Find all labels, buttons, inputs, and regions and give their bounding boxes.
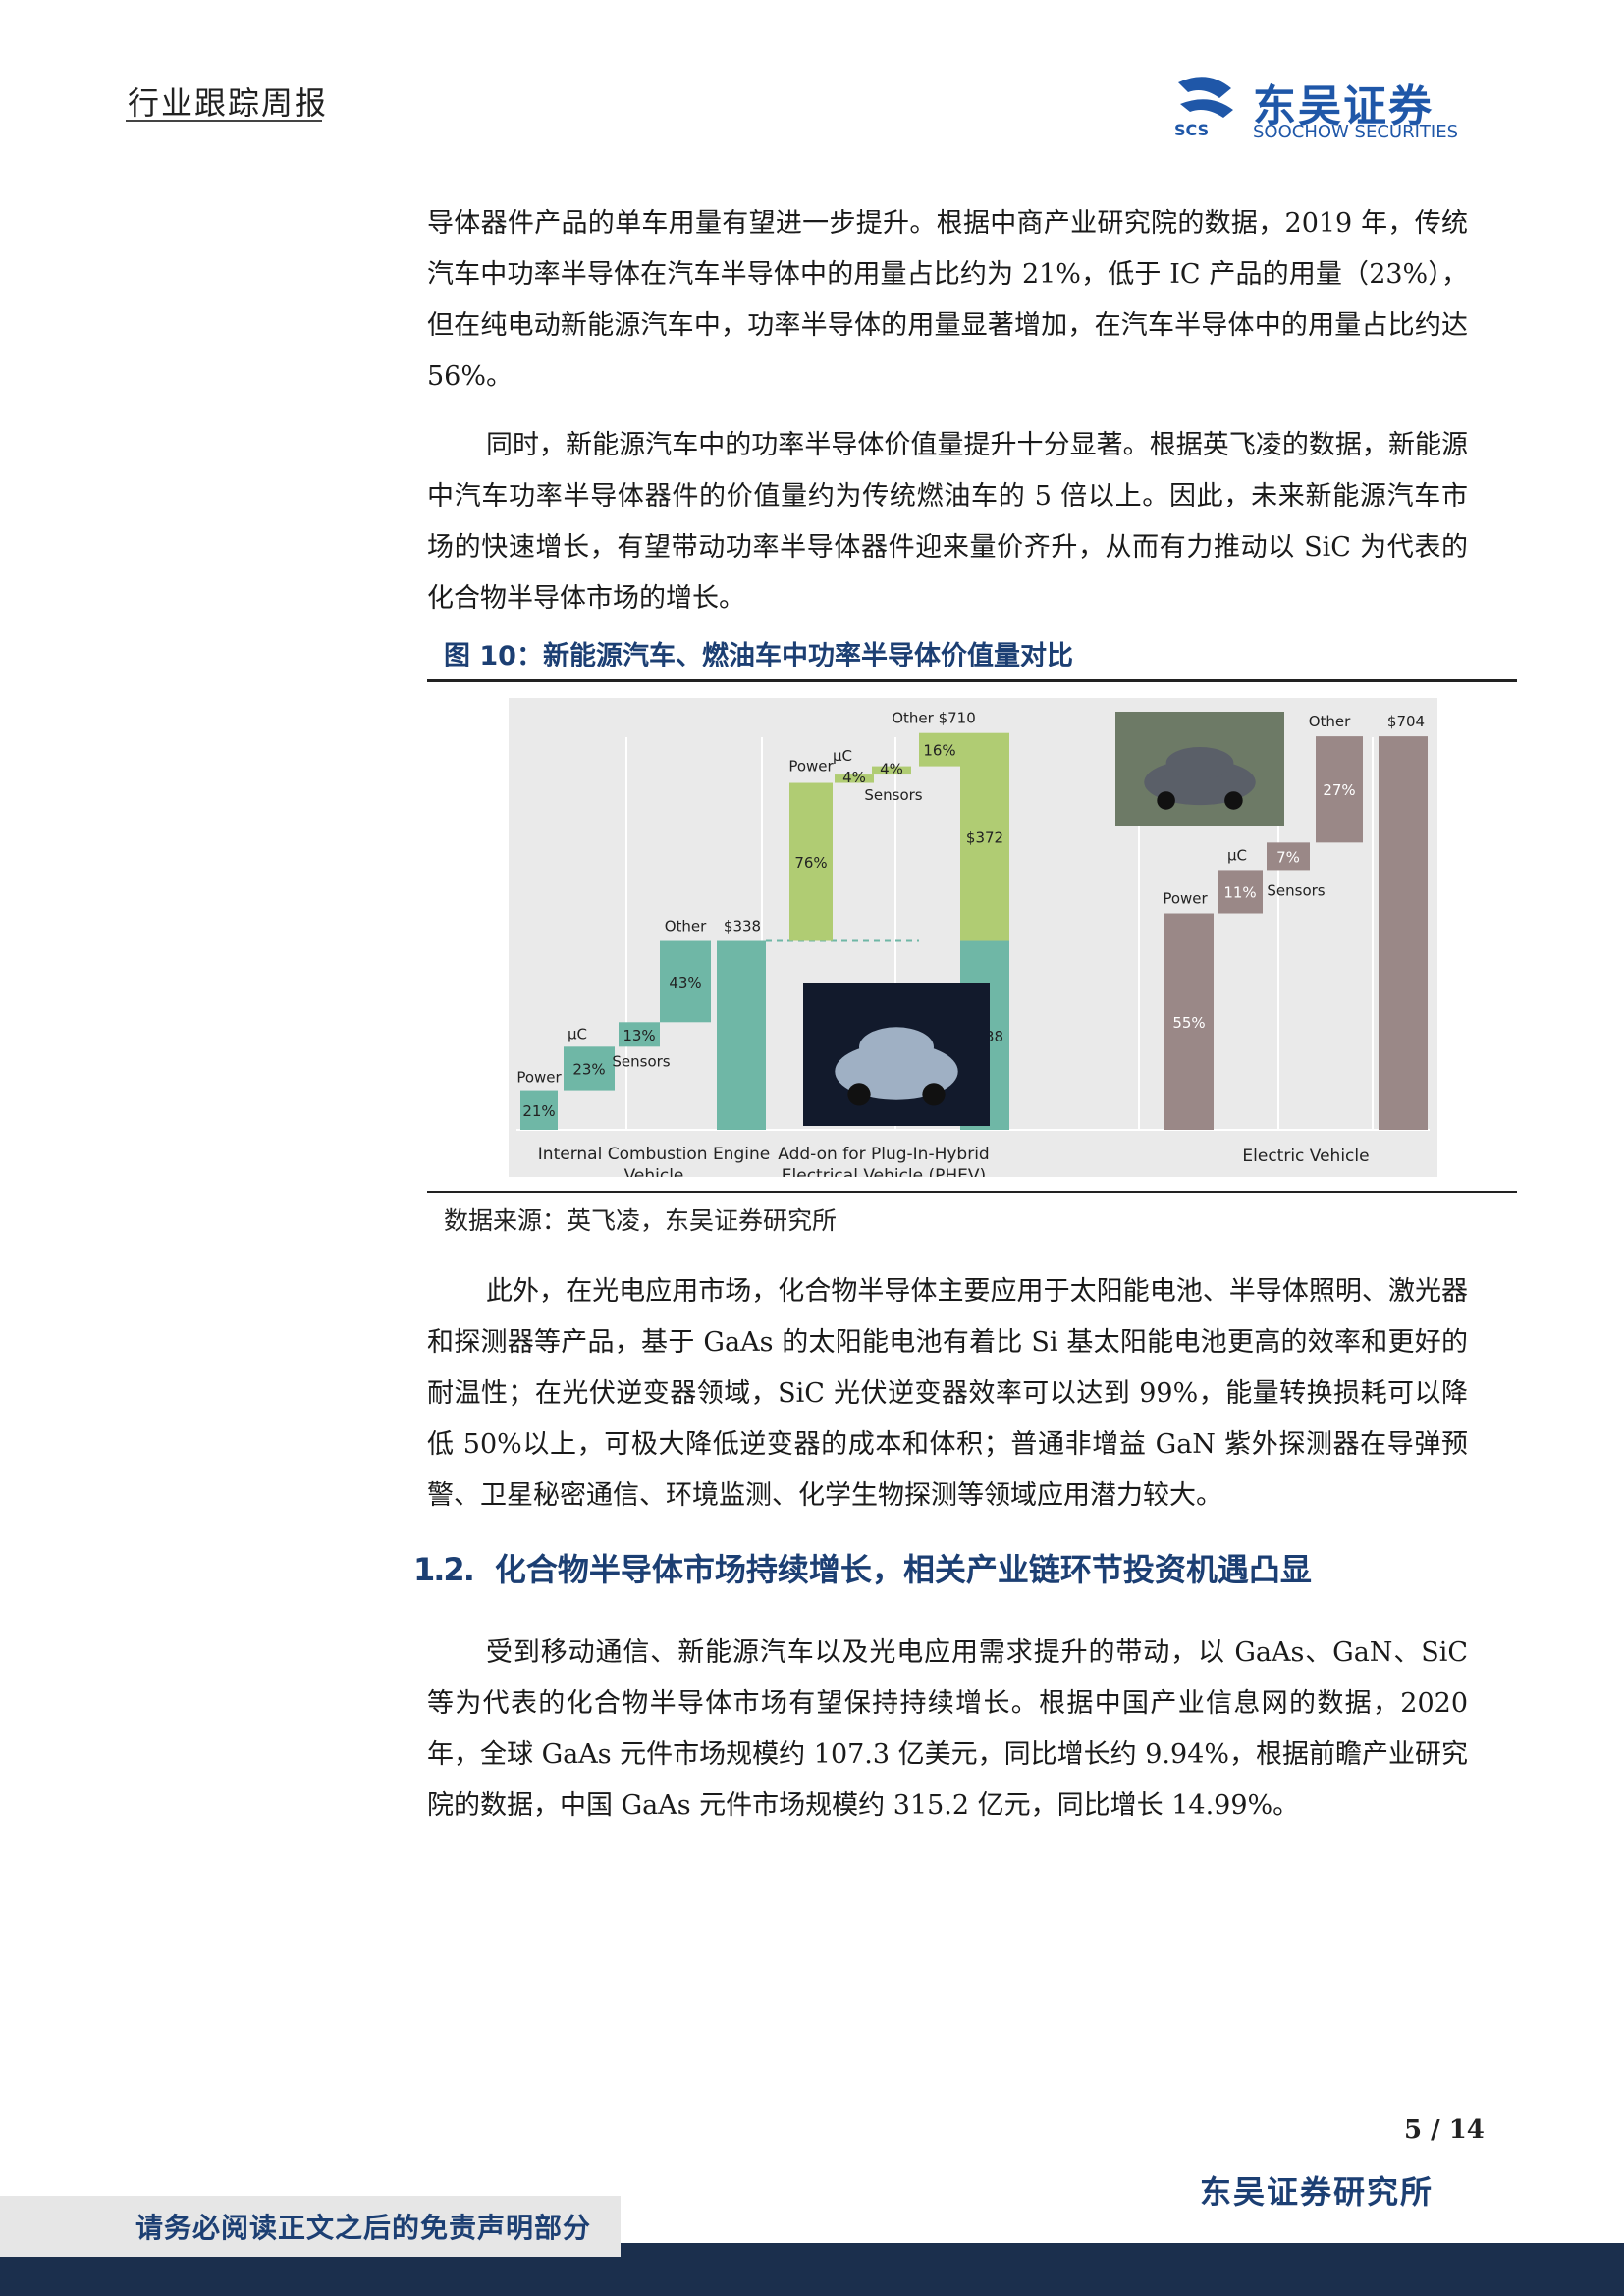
total-label-ice: $338 — [724, 918, 761, 935]
category-label-ice-line1: Internal Combustion Engine — [538, 1145, 770, 1164]
series-label-ev-power: Power — [1163, 890, 1208, 908]
photo-sedan-wheel-right — [922, 1083, 946, 1106]
photo-ev-car-roof — [1165, 746, 1234, 779]
series-label-phev-sensors: Sensors — [864, 786, 922, 804]
body-paragraph-1: 导体器件产品的单车用量有望进一步提升。根据中商产业研究院的数据，2019 年，传… — [427, 198, 1468, 402]
body-paragraph-3: 此外，在光电应用市场，化合物半导体主要应用于太阳能电池、半导体照明、激光器和探测… — [427, 1266, 1468, 1522]
photo-ev-wheel-right — [1224, 791, 1243, 810]
series-label-ice-sensors: Sensors — [612, 1052, 670, 1070]
data-label-ice-0: 21% — [522, 1102, 555, 1120]
category-label-ev: Electric Vehicle — [1242, 1147, 1369, 1166]
chart-canvas: 21% Power 23% μC 13% Sensors 43% Other $338 76% Po… — [516, 710, 1430, 1177]
category-label-ice-line2: Vehicle — [624, 1166, 684, 1177]
data-label-phev-0: 76% — [794, 854, 827, 872]
body-paragraph-4: 受到移动通信、新能源汽车以及光电应用需求提升的带动，以 GaAs、GaN、SiC… — [427, 1628, 1468, 1832]
bar-ev-total — [1379, 736, 1428, 1130]
figure-bottom-rule — [427, 1191, 1517, 1193]
figure-title: 图 10：新能源汽车、燃油车中功率半导体价值量对比 — [444, 641, 1073, 671]
figure-top-rule — [427, 679, 1517, 682]
data-label-ice-3: 43% — [669, 974, 701, 991]
data-label-ice-2: 13% — [623, 1027, 655, 1044]
disclaimer-note: 请务必阅读正文之后的免责声明部分 — [135, 2212, 592, 2244]
series-label-ice-uc: μC — [568, 1025, 587, 1042]
paragraph-text: 导体器件产品的单车用量有望进一步提升。根据中商产业研究院的数据，2019 年，传… — [427, 208, 1468, 392]
photo-sedan-wheel-left — [847, 1083, 871, 1106]
data-label-ice-1: 23% — [572, 1060, 605, 1078]
category-label-phev-line1: Add-on for Plug-In-Hybrid — [778, 1145, 989, 1164]
bar-ice-total — [717, 940, 766, 1130]
brand-logo: SCS 东吴证券 SOOCHOW SECURITIES — [1170, 73, 1504, 143]
stack-label-phev-add: $372 — [966, 829, 1003, 847]
header-underline — [126, 120, 322, 122]
section-number: 1.2. — [413, 1551, 475, 1588]
series-label-phev-power: Power — [788, 758, 834, 775]
paragraph-text: 此外，在光电应用市场，化合物半导体主要应用于太阳能电池、半导体照明、激光器和探测… — [427, 1276, 1468, 1511]
data-label-ev-1: 11% — [1223, 883, 1256, 901]
photo-ev-wheel-left — [1157, 791, 1175, 810]
report-type-title: 行业跟踪周报 — [128, 84, 329, 122]
brand-logo-icon: SCS — [1174, 77, 1233, 139]
footer-organization: 东吴证券研究所 — [1200, 2173, 1435, 2211]
brand-name-en: SOOCHOW SECURITIES — [1253, 122, 1459, 142]
category-label-phev-line2: Electrical Vehicle (PHEV) — [782, 1166, 986, 1177]
section-heading: 1.2. 化合物半导体市场持续增长，相关产业链环节投资机遇凸显 — [413, 1545, 1312, 1590]
data-label-ev-0: 55% — [1172, 1014, 1205, 1032]
page-number: 5 / 14 — [1404, 2115, 1485, 2145]
svg-text:SCS: SCS — [1174, 121, 1209, 139]
figure-source: 数据来源：英飞凌，东吴证券研究所 — [444, 1206, 838, 1235]
series-label-ice-power: Power — [516, 1069, 562, 1087]
total-label-ev: $704 — [1387, 713, 1425, 730]
data-label-ev-3: 27% — [1323, 781, 1355, 799]
body-paragraph-2: 同时，新能源汽车中的功率半导体价值量提升十分显著。根据英飞凌的数据，新能源中汽车… — [427, 420, 1468, 624]
data-label-phev-1: 4% — [842, 769, 866, 786]
data-label-ev-2: 7% — [1276, 848, 1300, 866]
data-label-phev-2: 4% — [880, 761, 903, 778]
series-label-phev-other: Other $710 — [892, 710, 976, 727]
photo-sedan-car-roof — [859, 1027, 934, 1068]
series-label-phev-uc: μC — [833, 747, 852, 765]
paragraph-text: 同时，新能源汽车中的功率半导体价值量提升十分显著。根据英飞凌的数据，新能源中汽车… — [427, 430, 1468, 614]
paragraph-text: 受到移动通信、新能源汽车以及光电应用需求提升的带动，以 GaAs、GaN、SiC… — [427, 1637, 1468, 1821]
waterfall-chart: 21% Power 23% μC 13% Sensors 43% Other $338 76% Po… — [509, 698, 1437, 1177]
data-label-phev-3: 16% — [923, 742, 955, 760]
section-title: 化合物半导体市场持续增长，相关产业链环节投资机遇凸显 — [494, 1551, 1312, 1588]
series-label-ev-other: Other — [1309, 713, 1351, 730]
series-label-ev-sensors: Sensors — [1267, 881, 1325, 899]
series-label-ev-uc: μC — [1227, 846, 1247, 864]
series-label-ice-other: Other — [665, 918, 707, 935]
